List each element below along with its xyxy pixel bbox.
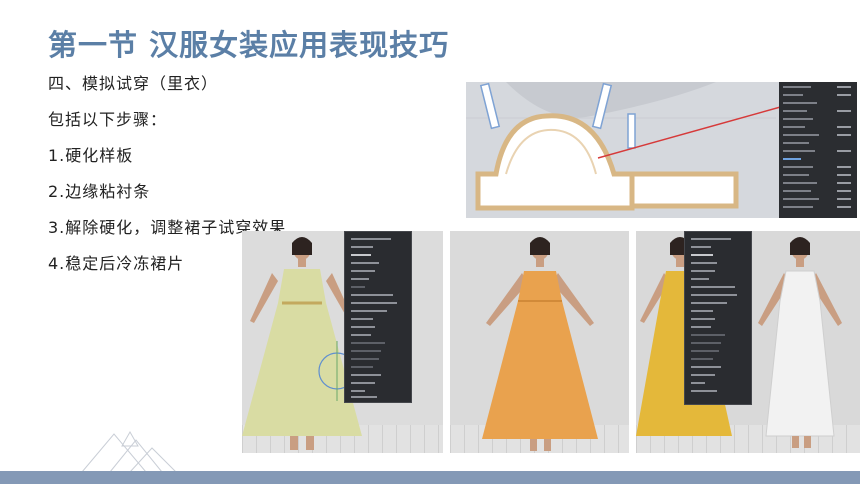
model-photo-3 (636, 231, 860, 453)
triangle-outline-icon (80, 430, 178, 473)
model-figure-1 (242, 237, 362, 450)
step-1: 1.硬化样板 (48, 146, 134, 165)
step-2: 2.边缘粘衬条 (48, 182, 151, 201)
model-photo-2 (450, 231, 629, 453)
property-panel (779, 82, 857, 218)
step-4: 4.稳定后冷冻裙片 (48, 254, 185, 273)
context-menu-3 (684, 231, 752, 405)
pattern-screenshot (466, 82, 857, 218)
model-photo-1 (242, 231, 443, 453)
step-intro: 包括以下步骤： (48, 110, 168, 129)
model-figure-2 (482, 237, 598, 451)
bottom-bar (0, 471, 860, 484)
context-menu-1 (344, 231, 412, 403)
step-heading: 四、模拟试穿（里衣） (48, 74, 219, 93)
slide-title: 第一节 汉服女装应用表现技巧 (48, 28, 450, 62)
